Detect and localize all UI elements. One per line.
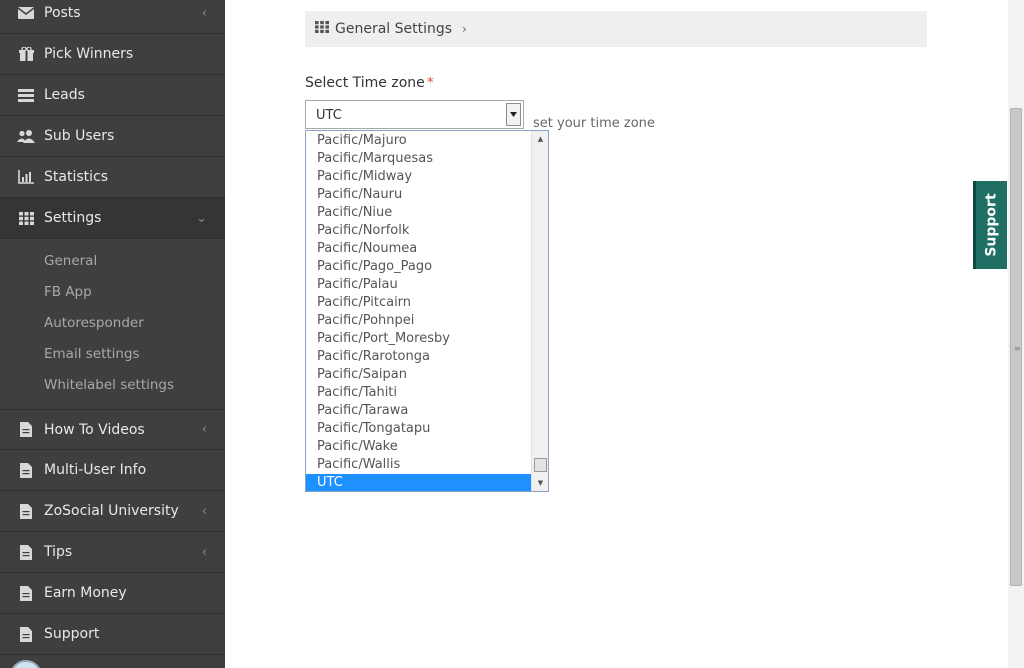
timezone-option[interactable]: Pacific/Pohnpei xyxy=(306,312,531,330)
file-icon xyxy=(17,584,35,602)
chevron-down-icon: ⌄ xyxy=(196,210,207,226)
timezone-option-selected[interactable]: UTC xyxy=(306,474,531,491)
avatar[interactable] xyxy=(10,660,42,668)
sidebar-item-posts[interactable]: Posts ‹ xyxy=(0,0,225,34)
timezone-dropdown-list[interactable]: Pacific/Majuro Pacific/Marquesas Pacific… xyxy=(305,130,549,492)
sidebar-item-leads[interactable]: Leads xyxy=(0,75,225,116)
file-icon xyxy=(17,461,35,479)
sidebar-item-label: ZoSocial University xyxy=(44,503,179,519)
page-scrollbar[interactable]: ≡ xyxy=(1008,0,1024,668)
sidebar-item-multi-user-info[interactable]: Multi-User Info xyxy=(0,450,225,491)
submenu-item-fb-app[interactable]: FB App xyxy=(44,284,92,300)
file-icon xyxy=(17,543,35,561)
timezone-option[interactable]: Pacific/Wallis xyxy=(306,456,531,474)
timezone-option[interactable]: Pacific/Norfolk xyxy=(306,222,531,240)
sidebar-item-label: How To Videos xyxy=(44,421,145,438)
timezone-option[interactable]: Pacific/Marquesas xyxy=(306,150,531,168)
submenu-item-autoresponder[interactable]: Autoresponder xyxy=(44,315,144,331)
sidebar-item-earn-money[interactable]: Earn Money xyxy=(0,573,225,614)
timezone-option[interactable]: Pacific/Midway xyxy=(306,168,531,186)
chevron-right-icon: › xyxy=(462,22,467,36)
submenu-item-email-settings[interactable]: Email settings xyxy=(44,346,140,362)
timezone-option[interactable]: Pacific/Saipan xyxy=(306,366,531,384)
submenu-item-whitelabel-settings[interactable]: Whitelabel settings xyxy=(44,377,174,393)
timezone-option[interactable]: Pacific/Tongatapu xyxy=(306,420,531,438)
timezone-select[interactable]: UTC xyxy=(305,100,524,129)
grid-icon xyxy=(17,209,35,227)
sidebar-item-label: Tips xyxy=(44,544,73,560)
timezone-option[interactable]: Pacific/Pitcairn xyxy=(306,294,531,312)
sidebar-item-label: Multi-User Info xyxy=(44,462,147,478)
scrollbar-thumb[interactable] xyxy=(534,458,547,472)
page-scrollbar-thumb[interactable]: ≡ xyxy=(1010,108,1022,586)
support-tab-label: Support xyxy=(983,193,1000,257)
submenu-item-general[interactable]: General xyxy=(44,253,97,269)
grip-icon: ≡ xyxy=(1014,344,1021,353)
sidebar-item-how-to-videos[interactable]: How To Videos ‹ xyxy=(0,409,225,450)
list-icon xyxy=(17,86,35,104)
file-icon xyxy=(17,421,35,439)
timezone-option[interactable]: Pacific/Tarawa xyxy=(306,402,531,420)
timezone-option[interactable]: Pacific/Noumea xyxy=(306,240,531,258)
file-icon xyxy=(17,625,35,643)
grid-icon xyxy=(315,21,329,37)
timezone-option[interactable]: Pacific/Nauru xyxy=(306,186,531,204)
breadcrumb: General Settings › xyxy=(305,11,927,47)
timezone-option[interactable]: Pacific/Port_Moresby xyxy=(306,330,531,348)
sidebar-item-label: Sub Users xyxy=(44,128,115,144)
timezone-option[interactable]: Pacific/Tahiti xyxy=(306,384,531,402)
sidebar-item-zosocial-university[interactable]: ZoSocial University ‹ xyxy=(0,491,225,532)
sidebar-item-label: Support xyxy=(44,626,100,642)
timezone-option[interactable]: Pacific/Niue xyxy=(306,204,531,222)
dropdown-arrow-button[interactable] xyxy=(506,103,521,126)
sidebar-item-support[interactable]: Support xyxy=(0,614,225,655)
timezone-selected-value: UTC xyxy=(316,108,342,123)
required-mark: * xyxy=(426,75,434,91)
support-tab[interactable]: Support xyxy=(973,181,1007,269)
sidebar-item-tips[interactable]: Tips ‹ xyxy=(0,532,225,573)
sidebar: Posts ‹ Pick Winners Leads Sub Users Sta… xyxy=(0,0,225,668)
chevron-left-icon: ‹ xyxy=(201,422,207,437)
sidebar-item-pick-winners[interactable]: Pick Winners xyxy=(0,34,225,75)
breadcrumb-label[interactable]: General Settings xyxy=(335,21,452,37)
timezone-option[interactable]: Pacific/Wake xyxy=(306,438,531,456)
timezone-option[interactable]: Pacific/Majuro xyxy=(306,132,531,150)
sidebar-item-sub-users[interactable]: Sub Users xyxy=(0,116,225,157)
sidebar-item-statistics[interactable]: Statistics xyxy=(0,157,225,198)
users-icon xyxy=(17,127,35,145)
sidebar-item-label: Settings xyxy=(44,210,102,226)
chevron-left-icon: ‹ xyxy=(201,503,207,519)
scroll-down-icon[interactable]: ▼ xyxy=(533,476,548,490)
timezone-label-text: Select Time zone xyxy=(305,75,425,91)
chevron-down-icon xyxy=(510,112,517,117)
sidebar-item-label: Pick Winners xyxy=(44,46,134,62)
timezone-option[interactable]: Pacific/Rarotonga xyxy=(306,348,531,366)
chevron-left-icon: ‹ xyxy=(201,544,207,560)
timezone-helper-text: set your time zone xyxy=(533,116,655,131)
sidebar-item-label: Leads xyxy=(44,87,85,103)
dropdown-scrollbar[interactable]: ▲ ▼ xyxy=(531,131,548,491)
scroll-up-icon[interactable]: ▲ xyxy=(533,132,548,146)
envelope-icon xyxy=(17,4,35,22)
sidebar-item-label: Posts xyxy=(44,5,81,21)
timezone-label: Select Time zone * xyxy=(305,75,434,91)
bar-chart-icon xyxy=(17,168,35,186)
gift-icon xyxy=(17,45,35,63)
file-icon xyxy=(17,502,35,520)
sidebar-item-settings[interactable]: Settings ⌄ xyxy=(0,198,225,239)
chevron-left-icon: ‹ xyxy=(201,5,207,21)
timezone-option[interactable]: Pacific/Pago_Pago xyxy=(306,258,531,276)
main-content: General Settings › Select Time zone * UTC… xyxy=(225,0,1008,668)
timezone-option[interactable]: Pacific/Palau xyxy=(306,276,531,294)
sidebar-item-label: Earn Money xyxy=(44,585,127,601)
sidebar-item-label: Statistics xyxy=(44,169,108,185)
